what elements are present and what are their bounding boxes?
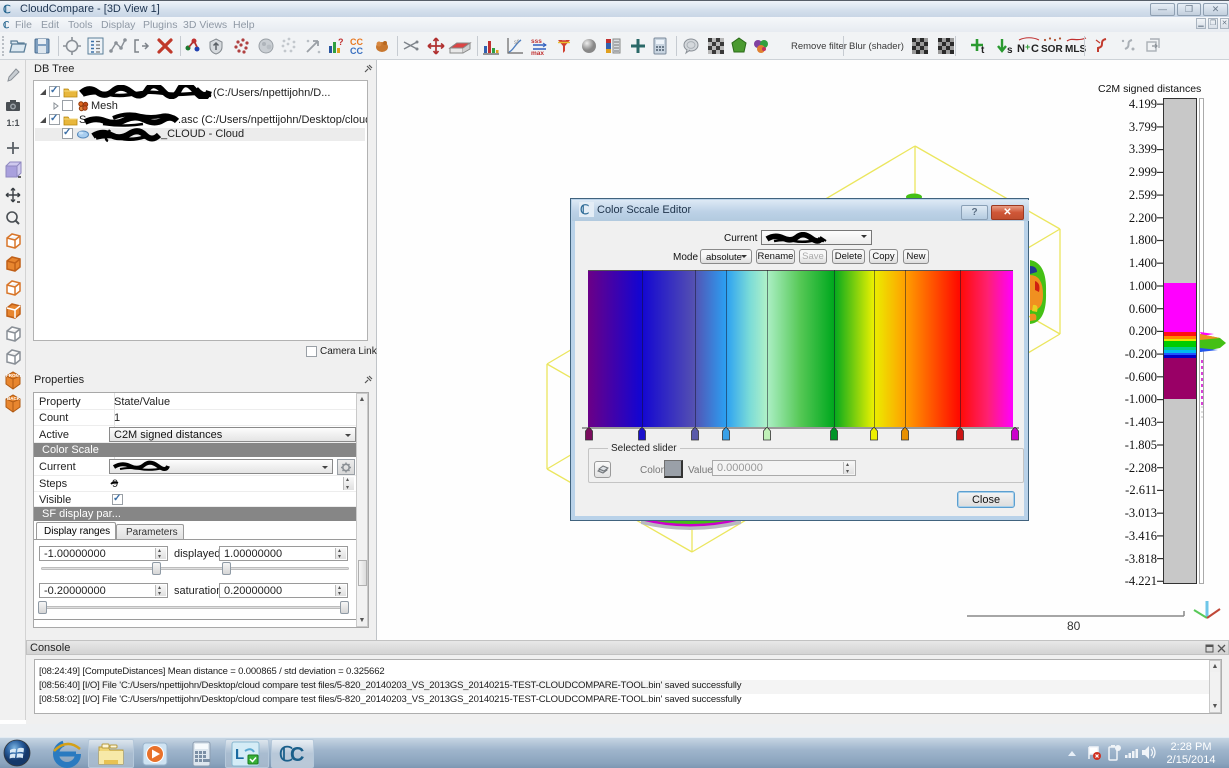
- svg-text:sss: sss: [531, 38, 542, 45]
- svg-text:L: L: [235, 746, 244, 763]
- svg-text:BACK: BACK: [7, 396, 21, 401]
- svg-text:C: C: [290, 744, 304, 765]
- svg-text:t: t: [981, 45, 985, 56]
- svg-text:sf: sf: [514, 40, 519, 46]
- svg-text:+: +: [1025, 42, 1030, 52]
- svg-text:C: C: [1031, 43, 1039, 55]
- svg-text:SOR: SOR: [1041, 44, 1063, 55]
- svg-text:ℂ: ℂ: [580, 202, 589, 217]
- svg-text:max: max: [531, 50, 544, 56]
- svg-text:80: 80: [1067, 619, 1081, 632]
- svg-text:s: s: [1007, 45, 1013, 56]
- svg-text:ℂ: ℂ: [3, 20, 9, 29]
- svg-text:ℂ: ℂ: [3, 4, 11, 15]
- svg-text:N: N: [1017, 43, 1025, 55]
- svg-text:FRONT: FRONT: [6, 373, 22, 378]
- svg-text:CC: CC: [350, 46, 363, 56]
- svg-text:?: ?: [338, 37, 344, 47]
